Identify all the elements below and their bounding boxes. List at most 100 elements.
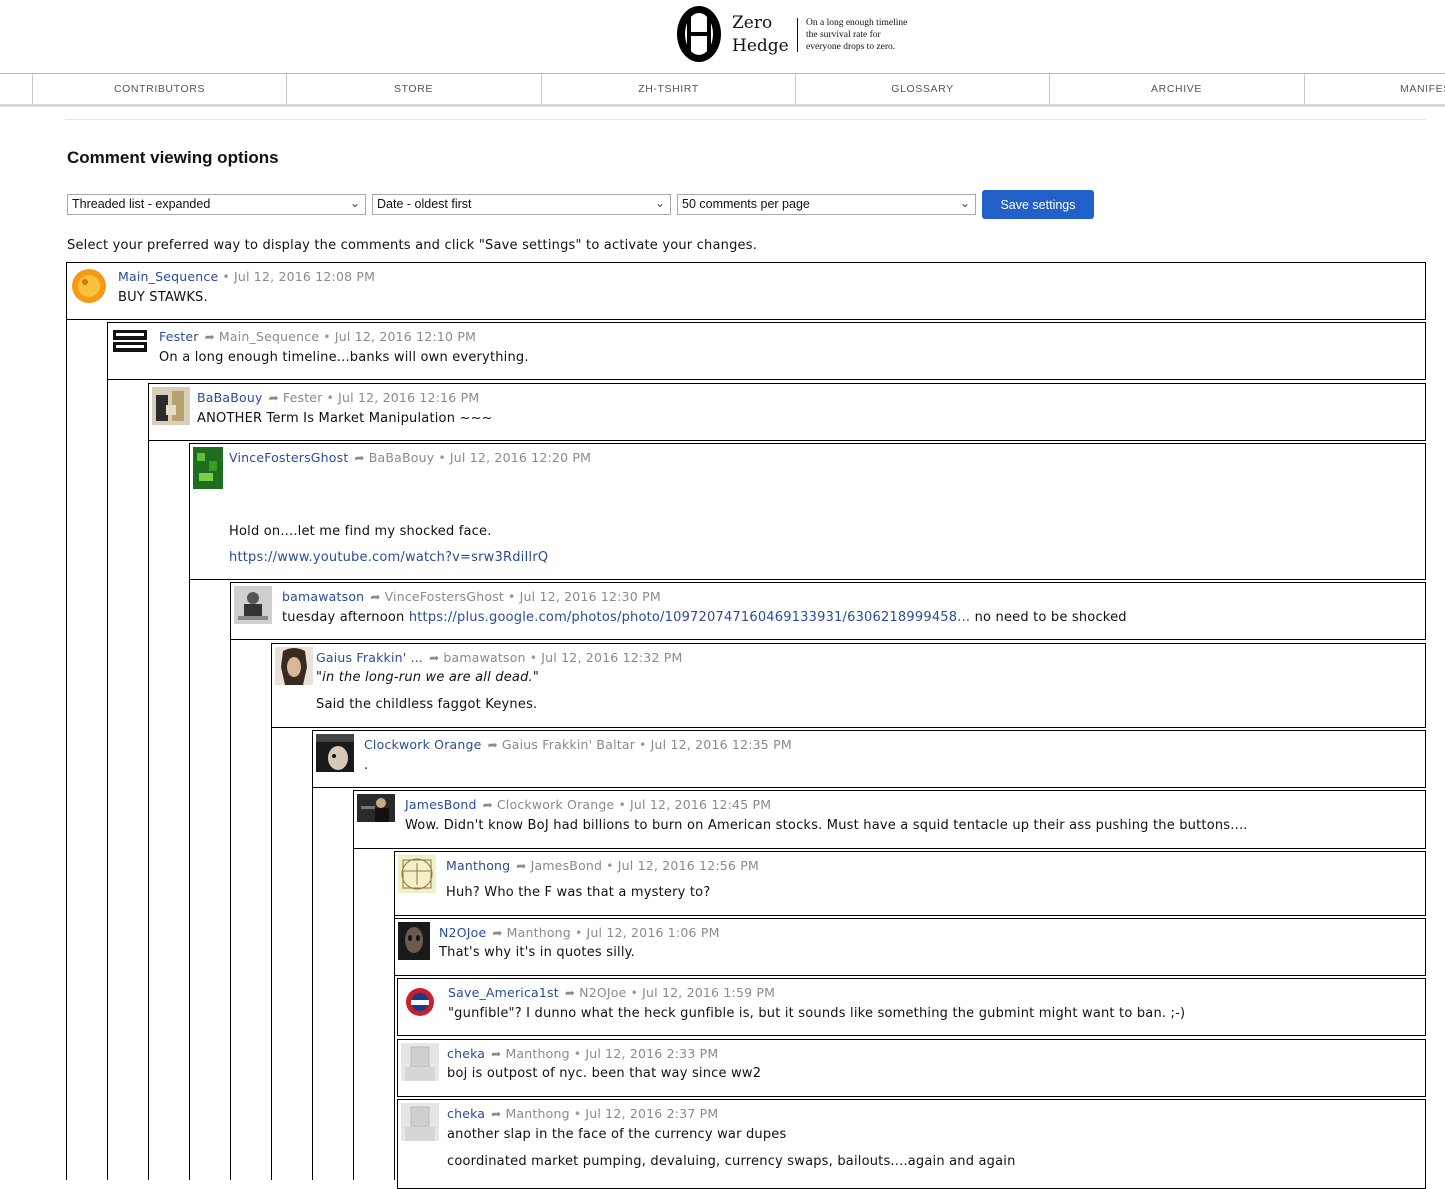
meta-separator: • (639, 737, 647, 752)
mask-avatar-icon (398, 922, 430, 960)
reply-arrow-icon: ➦ (487, 738, 498, 752)
comment-author-link[interactable]: Clockwork Orange (364, 737, 482, 752)
reply-to-link[interactable]: Manthong (505, 1046, 569, 1061)
comment-meta: N2OJoe ➦ Manthong • Jul 12, 2016 1:06 PM (439, 925, 720, 940)
comment-author-link[interactable]: Manthong (446, 858, 510, 873)
reply-to-link[interactable]: Fester (283, 390, 323, 405)
sort-order-value: Date - oldest first (377, 197, 472, 211)
meta-separator: • (508, 589, 516, 604)
logo-wordmark[interactable]: Zero Hedge (732, 12, 789, 58)
comment-author-link[interactable]: BaBaBouy (197, 390, 263, 405)
comment-author-link[interactable]: JamesBond (405, 797, 477, 812)
comment-meta: Fester ➦ Main_Sequence • Jul 12, 2016 12:10 … (159, 329, 476, 344)
avatar[interactable] (275, 647, 313, 685)
comment-meta: BaBaBouy ➦ Fester • Jul 12, 2016 12:16 PM (197, 390, 479, 405)
reply-to-link[interactable]: JamesBond (531, 858, 603, 873)
avatar[interactable] (401, 1103, 439, 1141)
reply-to-link[interactable]: bamawatson (443, 650, 525, 665)
save-settings-button[interactable]: Save settings (982, 190, 1094, 219)
nav-item-zh-tshirt[interactable]: ZH-TSHIRT (541, 74, 795, 104)
tagline-line: everyone drops to zero. (806, 42, 896, 52)
google-photos-link[interactable]: https://plus.google.com/photos/photo/109… (409, 610, 970, 625)
comment-date: Jul 12, 2016 1:06 PM (586, 925, 720, 940)
avatar[interactable] (70, 266, 108, 304)
comment-author-link[interactable]: VinceFostersGhost (229, 450, 348, 465)
comment-body: . (364, 758, 369, 773)
avatar[interactable] (152, 387, 190, 425)
per-page-select[interactable]: 50 comments per page ⌄ (677, 194, 976, 215)
comment-item: Main_Sequence • Jul 12, 2016 12:08 PM BUY … (66, 262, 1426, 320)
nav-item-manifesto[interactable]: MANIFES (1304, 74, 1445, 104)
display-mode-select[interactable]: Threaded list - expanded ⌄ (67, 194, 366, 215)
avatar[interactable] (357, 794, 395, 822)
avatar[interactable] (316, 734, 354, 772)
nav-item-store[interactable]: STORE (286, 74, 540, 104)
options-hint: Select your preferred way to display the… (67, 238, 758, 253)
nav-item-archive[interactable]: ARCHIVE (1049, 74, 1303, 104)
reply-arrow-icon: ➦ (491, 1047, 502, 1061)
comment-item: JamesBond ➦ Clockwork Orange • Jul 12, 2016 … (353, 790, 1426, 849)
reply-to-link[interactable]: VinceFostersGhost (385, 589, 504, 604)
comment-body: BUY STAWKS. (118, 290, 208, 305)
comment-meta: cheka ➦ Manthong • Jul 12, 2016 2:37 PM (447, 1106, 718, 1121)
avatar[interactable] (401, 982, 439, 1020)
chevron-down-icon: ⌄ (654, 196, 665, 210)
tagline-line: On a long enough timeline (806, 18, 908, 28)
reply-to-link[interactable]: BaBaBouy (369, 450, 435, 465)
reply-arrow-icon: ➦ (429, 651, 440, 665)
comment-author-link[interactable]: N2OJoe (439, 925, 486, 940)
comment-meta: Gaius Frakkin' ... ➦ bamawatson • Jul 12, 20… (316, 650, 683, 665)
comment-body: On a long enough timeline...banks will o… (159, 350, 529, 365)
comment-item: VinceFostersGhost ➦ BaBaBouy • Jul 12, 2016 … (189, 443, 1426, 580)
reply-to-link[interactable]: Manthong (507, 925, 571, 940)
reply-arrow-icon: ➦ (268, 391, 279, 405)
chevron-down-icon: ⌄ (349, 196, 360, 210)
avatar[interactable] (234, 586, 272, 624)
per-page-value: 50 comments per page (682, 197, 810, 211)
meta-separator: • (606, 858, 614, 873)
comment-author-link[interactable]: Save_America1st (448, 985, 559, 1000)
comment-date: Jul 12, 2016 12:56 PM (617, 858, 759, 873)
reply-to-link[interactable]: Clockwork Orange (497, 797, 615, 812)
comment-author-link[interactable]: cheka (447, 1046, 485, 1061)
comment-body: Wow. Didn't know BoJ had billions to bur… (405, 818, 1248, 833)
youtube-link[interactable]: https://www.youtube.com/watch?v=srw3RdiI… (229, 550, 548, 565)
reply-to-link[interactable]: Gaius Frakkin' Baltar (502, 737, 635, 752)
meta-separator: • (326, 390, 335, 405)
comment-item: Gaius Frakkin' ... ➦ bamawatson • Jul 12, 20… (271, 643, 1426, 728)
comment-meta: Main_Sequence • Jul 12, 2016 12:08 PM (118, 269, 375, 284)
comment-item: Save_America1st ➦ N2OJoe • Jul 12, 2016 1:59… (397, 978, 1426, 1036)
comment-item: BaBaBouy ➦ Fester • Jul 12, 2016 12:16 PM AN… (148, 383, 1426, 441)
comment-body: That's why it's in quotes silly. (439, 945, 636, 960)
reply-to-link[interactable]: N2OJoe (579, 985, 626, 1000)
meta-separator: • (574, 925, 583, 940)
thread-line (66, 262, 67, 1180)
nav-item-contributors[interactable]: CONTRIBUTORS (32, 74, 286, 104)
logo-divider (797, 18, 798, 52)
comment-text: no need to be shocked (974, 610, 1127, 625)
comment-text: tuesday afternoon (282, 610, 405, 625)
comment-author-link[interactable]: Fester (159, 329, 199, 344)
nav-item-glossary[interactable]: GLOSSARY (795, 74, 1049, 104)
comment-item: N2OJoe ➦ Manthong • Jul 12, 2016 1:06 PM Tha… (394, 918, 1426, 976)
comment-body: Huh? Who the F was that a mystery to? (446, 885, 711, 900)
comment-date: Jul 12, 2016 2:33 PM (585, 1046, 719, 1061)
avatar[interactable] (398, 922, 430, 960)
tagline-line: the survival rate for (806, 30, 881, 40)
avatar[interactable] (111, 326, 149, 364)
avatar[interactable] (193, 447, 223, 489)
reply-to-link[interactable]: Manthong (505, 1106, 569, 1121)
avatar[interactable] (398, 855, 436, 893)
comment-author-link[interactable]: cheka (447, 1106, 485, 1121)
reply-to-link[interactable]: Main_Sequence (219, 329, 319, 344)
avatar[interactable] (401, 1043, 439, 1081)
sort-order-select[interactable]: Date - oldest first ⌄ (372, 194, 671, 215)
comment-item: cheka ➦ Manthong • Jul 12, 2016 2:33 PM boj … (397, 1039, 1426, 1097)
comment-author-link[interactable]: Main_Sequence (118, 269, 218, 284)
comment-author-link[interactable]: Gaius Frakkin' ... (316, 650, 423, 665)
reply-arrow-icon: ➦ (482, 798, 493, 812)
comment-author-link[interactable]: bamawatson (282, 589, 364, 604)
zero-hedge-logo-icon[interactable] (675, 4, 723, 64)
comment-date: Jul 12, 2016 12:20 PM (449, 450, 592, 465)
comment-body: Hold on....let me find my shocked face. (229, 524, 492, 539)
